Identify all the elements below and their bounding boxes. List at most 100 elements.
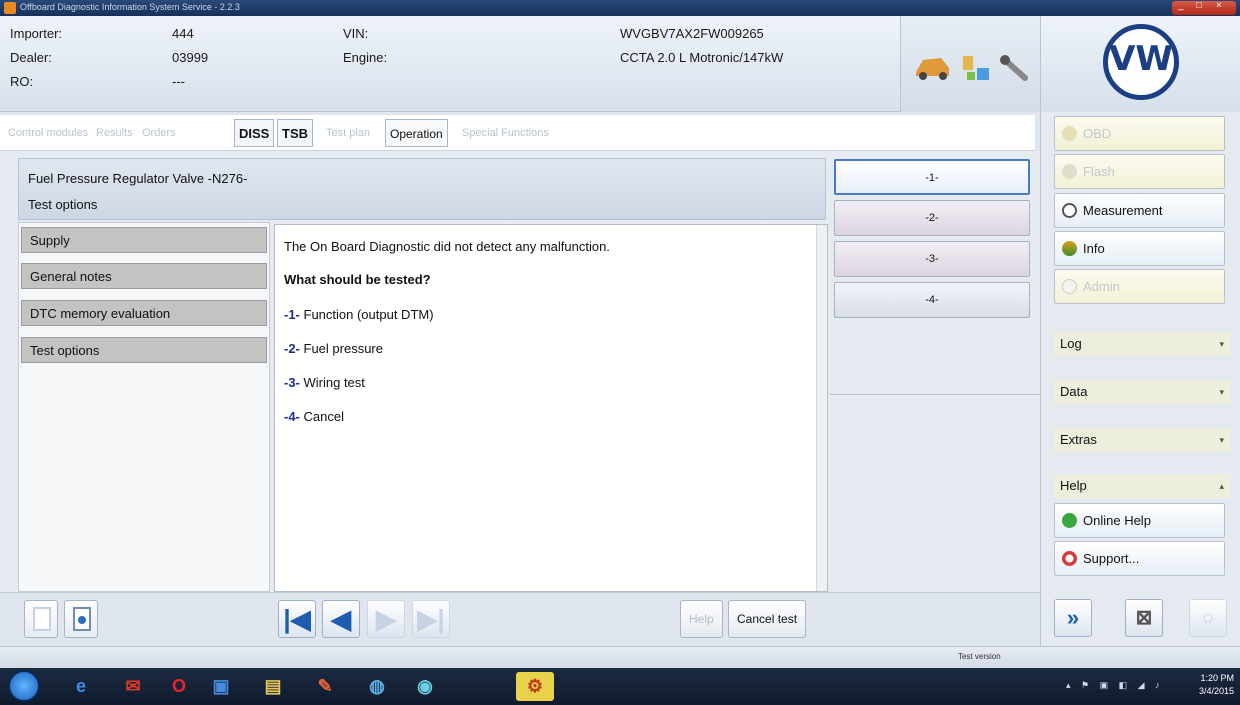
car-icon (916, 58, 949, 80)
log-section[interactable]: Log ▾ (1054, 332, 1230, 356)
question-text: What should be tested? (284, 272, 431, 287)
help-section[interactable]: Help ▴ (1054, 474, 1230, 498)
measurement-button[interactable]: Measurement (1054, 193, 1225, 228)
globe-icon[interactable]: ◍ (362, 672, 392, 701)
chevron-down-icon: ▾ (1219, 339, 1224, 349)
clock[interactable]: 1:20 PM 3/4/2015 (1199, 672, 1234, 698)
measurement-icon (1062, 203, 1077, 218)
dealer-value: 03999 (172, 50, 209, 65)
previous-step-button[interactable]: ◀ (322, 600, 360, 638)
document-icon[interactable] (24, 600, 58, 638)
step-supply[interactable]: Supply (21, 227, 267, 253)
close-button[interactable]: × (1216, 0, 1222, 11)
admin-button[interactable]: Admin (1054, 269, 1225, 304)
media-icon[interactable]: ◉ (410, 672, 440, 701)
engine-icon[interactable]: ⚙ (516, 672, 554, 701)
tab-results[interactable]: Results (92, 119, 137, 147)
tab-operation[interactable]: Operation (385, 119, 448, 147)
tab-orders[interactable]: Orders (138, 119, 180, 147)
chevron-up-icon: ▴ (1219, 481, 1224, 491)
step-test-options[interactable]: Test options (21, 337, 267, 363)
vehicle-icon-group (900, 16, 1040, 112)
ro-label: RO: (10, 74, 34, 89)
data-section[interactable]: Data ▾ (1054, 380, 1230, 404)
tab-tsb[interactable]: TSB (277, 119, 313, 147)
flash-button[interactable]: Flash (1054, 154, 1225, 189)
status-text: Test version (958, 652, 1001, 661)
step-general-notes[interactable]: General notes (21, 263, 267, 289)
extras-section[interactable]: Extras ▾ (1054, 428, 1230, 452)
window-controls[interactable]: _ □ × (1172, 0, 1236, 15)
ro-value: --- (172, 74, 185, 89)
start-button[interactable] (8, 670, 40, 702)
option-1: -1- Function (output DTM) (284, 307, 434, 322)
mail-icon[interactable]: ✉ (118, 672, 148, 701)
folder-icon[interactable]: ▤ (258, 672, 288, 701)
tab-bar: Control modules Results Orders DISS TSB … (0, 115, 1035, 151)
control-bar: |◀ ◀ ▶ ▶| Help Cancel test (0, 592, 1040, 646)
flash-icon (1062, 164, 1077, 179)
right-sidebar: OBD Flash Measurement Info Admin Log ▾ Da… (1040, 112, 1240, 651)
window-title: Offboard Diagnostic Information System S… (20, 2, 240, 12)
vin-value: WVGBV7AX2FW009265 (620, 26, 764, 41)
app-window-icon[interactable]: ▣ (206, 672, 236, 701)
component-title: Fuel Pressure Regulator Valve -N276- (28, 171, 248, 186)
dealer-label: Dealer: (10, 50, 52, 65)
support-button[interactable]: Support... (1054, 541, 1225, 576)
maximize-button[interactable]: □ (1196, 0, 1202, 11)
opera-icon[interactable]: O (164, 672, 194, 701)
vw-logo: VW (1103, 24, 1179, 100)
result-message: The On Board Diagnostic did not detect a… (284, 239, 610, 254)
info-icon (1062, 241, 1077, 256)
engine-label: Engine: (343, 50, 388, 65)
content-scrollbar[interactable] (816, 225, 827, 591)
tab-test-plan[interactable]: Test plan (322, 119, 374, 147)
forward-button[interactable]: » (1054, 599, 1092, 637)
help-button[interactable]: Help (680, 600, 723, 638)
tool-icon[interactable]: ✎ (310, 672, 340, 701)
minimize-button[interactable]: _ (1178, 0, 1184, 11)
brand-area: VW (1040, 16, 1240, 112)
tab-control-modules[interactable]: Control modules (4, 119, 92, 147)
clock-date: 3/4/2015 (1198, 686, 1234, 696)
info-button[interactable]: Info (1054, 231, 1225, 266)
online-help-button[interactable]: Online Help (1054, 503, 1225, 538)
importer-label: Importer: (10, 26, 63, 41)
vin-label: VIN: (343, 26, 369, 41)
option-2: -2- Fuel pressure (284, 341, 383, 356)
answer-3-button[interactable]: -3- (834, 241, 1030, 277)
cancel-test-button[interactable]: Cancel test (728, 600, 807, 638)
option-4: -4- Cancel (284, 409, 344, 424)
answer-panel: -1- -2- -3- -4- (830, 151, 1040, 651)
obd-button[interactable]: OBD (1054, 116, 1225, 151)
next-step-button[interactable]: ▶ (367, 600, 405, 638)
help-icon (1062, 513, 1077, 528)
stop-button[interactable]: ○ (1189, 599, 1227, 637)
system-tray-icons[interactable]: ▴ ⚑ ▣ ◧ ◢ ♪ (1066, 680, 1176, 692)
answer-1-button[interactable]: -1- (834, 159, 1030, 195)
fullscreen-button[interactable]: ⊠ (1125, 599, 1163, 637)
importer-value: 444 (172, 26, 194, 41)
network-icon (963, 56, 989, 80)
probe-icon (1000, 55, 1028, 81)
last-step-button[interactable]: ▶| (412, 600, 450, 638)
test-step-list: Supply General notes DTC memory evaluati… (18, 222, 270, 592)
clock-time: 1:20 PM (1200, 673, 1234, 683)
answer-divider (830, 394, 1040, 395)
answer-4-button[interactable]: -4- (834, 282, 1030, 318)
option-3: -3- Wiring test (284, 375, 365, 390)
tab-diss[interactable]: DISS (234, 119, 275, 147)
tab-special-functions[interactable]: Special Functions (458, 119, 553, 147)
answer-2-button[interactable]: -2- (834, 200, 1030, 236)
app-icon (4, 2, 16, 14)
test-header: Fuel Pressure Regulator Valve -N276- Tes… (18, 158, 826, 220)
first-step-button[interactable]: |◀ (278, 600, 316, 638)
obd-icon (1062, 126, 1077, 141)
admin-icon (1062, 279, 1077, 294)
step-dtc-memory-evaluation[interactable]: DTC memory evaluation (21, 300, 267, 326)
chevron-down-icon: ▾ (1219, 435, 1224, 445)
test-subtitle: Test options (28, 197, 98, 212)
ie-icon[interactable]: e (66, 672, 96, 701)
document-view-icon[interactable] (64, 600, 98, 638)
test-content: The On Board Diagnostic did not detect a… (274, 224, 828, 592)
